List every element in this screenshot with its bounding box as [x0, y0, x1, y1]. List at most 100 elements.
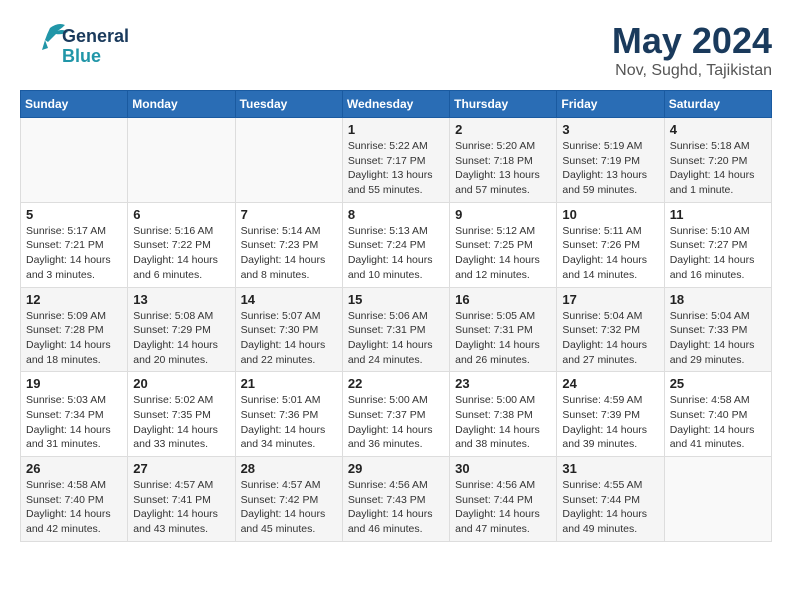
day-number: 26	[26, 461, 122, 476]
day-number: 19	[26, 376, 122, 391]
calendar-cell: 25 Sunrise: 4:58 AMSunset: 7:40 PMDayligh…	[664, 372, 771, 457]
day-info: Sunrise: 4:57 AMSunset: 7:41 PMDaylight:…	[133, 478, 229, 537]
calendar-cell: 21 Sunrise: 5:01 AMSunset: 7:36 PMDayligh…	[235, 372, 342, 457]
day-number: 1	[348, 122, 444, 137]
day-number: 5	[26, 207, 122, 222]
col-tuesday: Tuesday	[235, 91, 342, 118]
day-info: Sunrise: 5:18 AMSunset: 7:20 PMDaylight:…	[670, 139, 766, 198]
calendar-cell: 29 Sunrise: 4:56 AMSunset: 7:43 PMDayligh…	[342, 457, 449, 542]
day-number: 22	[348, 376, 444, 391]
day-info: Sunrise: 4:58 AMSunset: 7:40 PMDaylight:…	[26, 478, 122, 537]
calendar-cell	[664, 457, 771, 542]
day-info: Sunrise: 5:11 AMSunset: 7:26 PMDaylight:…	[562, 224, 658, 283]
calendar-cell: 30 Sunrise: 4:56 AMSunset: 7:44 PMDayligh…	[450, 457, 557, 542]
day-number: 11	[670, 207, 766, 222]
day-number: 28	[241, 461, 337, 476]
day-info: Sunrise: 5:00 AMSunset: 7:37 PMDaylight:…	[348, 393, 444, 452]
day-info: Sunrise: 4:55 AMSunset: 7:44 PMDaylight:…	[562, 478, 658, 537]
calendar-cell: 16Sunrise: 5:05 AMSunset: 7:31 PMDayligh…	[450, 287, 557, 372]
day-number: 30	[455, 461, 551, 476]
calendar-cell: 13 Sunrise: 5:08 AMSunset: 7:29 PMDayligh…	[128, 287, 235, 372]
day-number: 6	[133, 207, 229, 222]
day-info: Sunrise: 4:56 AMSunset: 7:44 PMDaylight:…	[455, 478, 551, 537]
day-number: 21	[241, 376, 337, 391]
calendar-week-row: 5 Sunrise: 5:17 AMSunset: 7:21 PMDaylight…	[21, 202, 772, 287]
calendar-cell: 22 Sunrise: 5:00 AMSunset: 7:37 PMDayligh…	[342, 372, 449, 457]
day-number: 31	[562, 461, 658, 476]
calendar-cell: 6Sunrise: 5:16 AMSunset: 7:22 PMDaylight…	[128, 202, 235, 287]
calendar-cell: 19 Sunrise: 5:03 AMSunset: 7:34 PMDayligh…	[21, 372, 128, 457]
day-number: 8	[348, 207, 444, 222]
col-wednesday: Wednesday	[342, 91, 449, 118]
day-info: Sunrise: 5:08 AMSunset: 7:29 PMDaylight:…	[133, 309, 229, 368]
day-number: 17	[562, 292, 658, 307]
day-info: Sunrise: 5:14 AMSunset: 7:23 PMDaylight:…	[241, 224, 337, 283]
day-info: Sunrise: 5:02 AMSunset: 7:35 PMDaylight:…	[133, 393, 229, 452]
calendar-week-row: 26 Sunrise: 4:58 AMSunset: 7:40 PMDayligh…	[21, 457, 772, 542]
calendar-cell	[128, 118, 235, 203]
day-number: 23	[455, 376, 551, 391]
logo-line2: Blue	[62, 47, 129, 67]
day-number: 13	[133, 292, 229, 307]
calendar-cell: 18 Sunrise: 5:04 AMSunset: 7:33 PMDayligh…	[664, 287, 771, 372]
day-number: 12	[26, 292, 122, 307]
calendar-cell: 27 Sunrise: 4:57 AMSunset: 7:41 PMDayligh…	[128, 457, 235, 542]
calendar-cell: 7 Sunrise: 5:14 AMSunset: 7:23 PMDaylight…	[235, 202, 342, 287]
calendar-cell: 1 Sunrise: 5:22 AMSunset: 7:17 PMDaylight…	[342, 118, 449, 203]
day-info: Sunrise: 5:04 AMSunset: 7:33 PMDaylight:…	[670, 309, 766, 368]
calendar-week-row: 1 Sunrise: 5:22 AMSunset: 7:17 PMDaylight…	[21, 118, 772, 203]
title-block: May 2024 Nov, Sughd, Tajikistan	[612, 20, 772, 80]
day-number: 7	[241, 207, 337, 222]
day-number: 29	[348, 461, 444, 476]
day-info: Sunrise: 5:06 AMSunset: 7:31 PMDaylight:…	[348, 309, 444, 368]
day-number: 18	[670, 292, 766, 307]
calendar-cell: 2Sunrise: 5:20 AMSunset: 7:18 PMDaylight…	[450, 118, 557, 203]
calendar-cell: 28 Sunrise: 4:57 AMSunset: 7:42 PMDayligh…	[235, 457, 342, 542]
calendar-cell: 20 Sunrise: 5:02 AMSunset: 7:35 PMDayligh…	[128, 372, 235, 457]
day-info: Sunrise: 5:17 AMSunset: 7:21 PMDaylight:…	[26, 224, 122, 283]
calendar-week-row: 12Sunrise: 5:09 AMSunset: 7:28 PMDayligh…	[21, 287, 772, 372]
day-info: Sunrise: 4:57 AMSunset: 7:42 PMDaylight:…	[241, 478, 337, 537]
day-number: 15	[348, 292, 444, 307]
calendar-cell	[21, 118, 128, 203]
calendar-week-row: 19 Sunrise: 5:03 AMSunset: 7:34 PMDayligh…	[21, 372, 772, 457]
calendar-cell: 8 Sunrise: 5:13 AMSunset: 7:24 PMDaylight…	[342, 202, 449, 287]
day-info: Sunrise: 5:03 AMSunset: 7:34 PMDaylight:…	[26, 393, 122, 452]
calendar-cell: 31 Sunrise: 4:55 AMSunset: 7:44 PMDayligh…	[557, 457, 664, 542]
day-info: Sunrise: 4:59 AMSunset: 7:39 PMDaylight:…	[562, 393, 658, 452]
calendar-subtitle: Nov, Sughd, Tajikistan	[612, 62, 772, 80]
day-number: 25	[670, 376, 766, 391]
day-info: Sunrise: 5:22 AMSunset: 7:17 PMDaylight:…	[348, 139, 444, 198]
col-monday: Monday	[128, 91, 235, 118]
col-thursday: Thursday	[450, 91, 557, 118]
day-info: Sunrise: 4:56 AMSunset: 7:43 PMDaylight:…	[348, 478, 444, 537]
col-saturday: Saturday	[664, 91, 771, 118]
calendar-cell: 26 Sunrise: 4:58 AMSunset: 7:40 PMDayligh…	[21, 457, 128, 542]
calendar-cell: 5 Sunrise: 5:17 AMSunset: 7:21 PMDaylight…	[21, 202, 128, 287]
logo-line1: General	[62, 27, 129, 47]
day-info: Sunrise: 5:01 AMSunset: 7:36 PMDaylight:…	[241, 393, 337, 452]
day-number: 20	[133, 376, 229, 391]
day-info: Sunrise: 5:04 AMSunset: 7:32 PMDaylight:…	[562, 309, 658, 368]
day-number: 16	[455, 292, 551, 307]
calendar-cell: 24 Sunrise: 4:59 AMSunset: 7:39 PMDayligh…	[557, 372, 664, 457]
logo: General Blue	[20, 20, 129, 70]
day-info: Sunrise: 5:13 AMSunset: 7:24 PMDaylight:…	[348, 224, 444, 283]
day-info: Sunrise: 5:20 AMSunset: 7:18 PMDaylight:…	[455, 139, 551, 198]
day-number: 10	[562, 207, 658, 222]
calendar-header-row: Sunday Monday Tuesday Wednesday Thursday…	[21, 91, 772, 118]
calendar-cell: 23Sunrise: 5:00 AMSunset: 7:38 PMDayligh…	[450, 372, 557, 457]
day-number: 24	[562, 376, 658, 391]
calendar-cell	[235, 118, 342, 203]
calendar-cell: 3Sunrise: 5:19 AMSunset: 7:19 PMDaylight…	[557, 118, 664, 203]
calendar-cell: 12Sunrise: 5:09 AMSunset: 7:28 PMDayligh…	[21, 287, 128, 372]
day-number: 27	[133, 461, 229, 476]
day-info: Sunrise: 5:12 AMSunset: 7:25 PMDaylight:…	[455, 224, 551, 283]
calendar-table: Sunday Monday Tuesday Wednesday Thursday…	[20, 90, 772, 542]
day-info: Sunrise: 4:58 AMSunset: 7:40 PMDaylight:…	[670, 393, 766, 452]
calendar-body: 1 Sunrise: 5:22 AMSunset: 7:17 PMDaylight…	[21, 118, 772, 542]
col-sunday: Sunday	[21, 91, 128, 118]
calendar-cell: 17 Sunrise: 5:04 AMSunset: 7:32 PMDayligh…	[557, 287, 664, 372]
day-number: 4	[670, 122, 766, 137]
calendar-cell: 11Sunrise: 5:10 AMSunset: 7:27 PMDayligh…	[664, 202, 771, 287]
